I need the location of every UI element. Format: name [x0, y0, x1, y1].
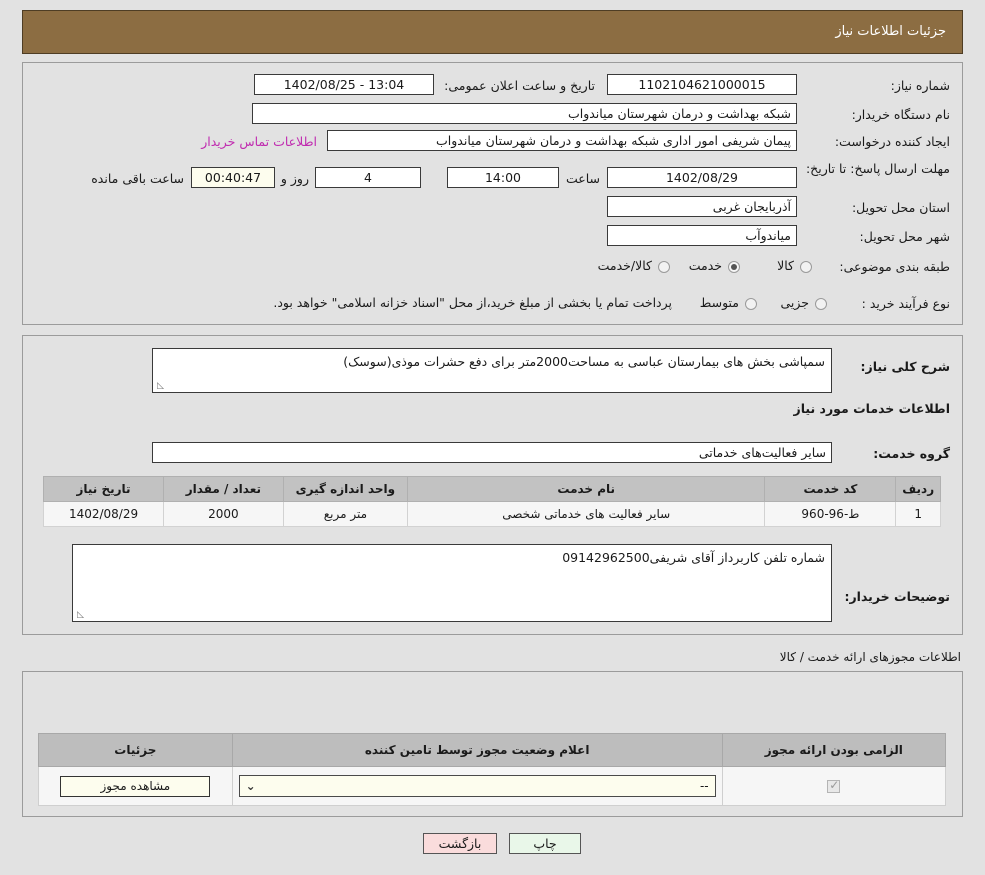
deadline-date: 1402/08/29 — [607, 167, 797, 188]
category-label-kala-khedmat: کالا/خدمت — [597, 258, 652, 273]
process-note: پرداخت تمام یا بخشی از مبلغ خرید،از محل … — [273, 295, 672, 310]
th-service-code: کد خدمت — [764, 476, 897, 502]
print-button[interactable]: چاپ — [509, 833, 581, 854]
td-row-index: 1 — [895, 501, 941, 527]
permit-table-row: ⌄ -- مشاهده مجوز — [38, 766, 947, 806]
buyer-org-value: شبکه بهداشت و درمان شهرستان میاندواب — [252, 103, 797, 124]
city-label: شهر محل تحویل: — [859, 229, 950, 244]
th-unit: واحد اندازه گیری — [282, 476, 408, 502]
td-permit-details: مشاهده مجوز — [38, 766, 233, 806]
permit-section-caption: اطلاعات مجوزهای ارائه خدمت / کالا — [779, 650, 961, 664]
buyer-notes-textarea[interactable]: شماره تلفن کاربرداز آقای شریفی0914296250… — [72, 544, 832, 622]
creator-label: ایجاد کننده درخواست: — [834, 134, 950, 149]
deadline-time: 14:00 — [447, 167, 559, 188]
process-label-motevaset: متوسط — [699, 295, 739, 310]
th-need-date: تاریخ نیاز — [42, 476, 165, 502]
td-unit: متر مربع — [282, 501, 408, 527]
remaining-days-value: 4 — [315, 167, 421, 188]
permit-panel: الزامی بودن ارائه مجوز اعلام وضعیت مجوز … — [22, 671, 963, 817]
th-permit-status: اعلام وضعیت مجوز توسط تامین کننده — [231, 733, 723, 767]
page-header: جزئیات اطلاعات نیاز — [22, 10, 963, 54]
process-label: نوع فرآیند خرید : — [861, 296, 950, 311]
td-permit-required — [721, 766, 947, 806]
permit-required-checkbox — [827, 778, 841, 793]
need-number-value: 1102104621000015 — [607, 74, 797, 95]
category-radio-kala[interactable] — [800, 261, 812, 273]
services-table-header-row: ردیف کد خدمت نام خدمت واحد اندازه گیری ت… — [42, 476, 941, 502]
summary-label: شرح کلی نیاز: — [860, 359, 950, 374]
category-radio-khedmat[interactable] — [728, 261, 740, 273]
permit-status-dropdown[interactable]: ⌄ -- — [238, 775, 716, 797]
resize-grip-icon[interactable]: ◺ — [75, 611, 84, 620]
need-detail-panel: شرح کلی نیاز: سمپاشی بخش های بیمارستان ع… — [22, 335, 963, 635]
process-label-jozi: جزیی — [780, 295, 809, 310]
service-group-value: سایر فعالیت‌های خدماتی — [152, 442, 832, 463]
summary-value: سمپاشی بخش های بیمارستان عباسی به مساحت2… — [343, 354, 825, 369]
back-button[interactable]: بازگشت — [423, 833, 497, 854]
announce-label: تاریخ و ساعت اعلان عمومی: — [444, 78, 595, 93]
services-heading: اطلاعات خدمات مورد نیاز — [793, 401, 951, 416]
category-label-kala: کالا — [777, 258, 794, 273]
th-permit-required: الزامی بودن ارائه مجوز — [721, 733, 947, 767]
need-summary-panel: شماره نیاز: 1102104621000015 تاریخ و ساع… — [22, 62, 963, 325]
chevron-down-icon: ⌄ — [245, 779, 256, 793]
page-title: جزئیات اطلاعات نیاز — [835, 24, 946, 39]
city-value: میاندوآب — [607, 225, 797, 246]
service-group-label: گروه خدمت: — [873, 446, 950, 461]
services-table: ردیف کد خدمت نام خدمت واحد اندازه گیری ت… — [42, 476, 941, 527]
th-service-name: نام خدمت — [406, 476, 766, 502]
th-quantity: تعداد / مقدار — [163, 476, 284, 502]
category-radio-kala-khedmat[interactable] — [658, 261, 670, 273]
table-row: 1 ط-96-960 سایر فعالیت های خدماتی شخصی م… — [42, 501, 941, 527]
view-permit-button[interactable]: مشاهده مجوز — [60, 775, 211, 797]
th-permit-details: جزئیات — [38, 733, 233, 767]
buyer-notes-value: شماره تلفن کاربرداز آقای شریفی0914296250… — [562, 550, 825, 565]
td-permit-status: ⌄ -- — [231, 766, 723, 806]
permit-status-value: -- — [699, 779, 709, 793]
province-label: استان محل تحویل: — [851, 200, 950, 215]
permit-table-header-row: الزامی بودن ارائه مجوز اعلام وضعیت مجوز … — [38, 733, 947, 767]
th-row-index: ردیف — [895, 476, 941, 502]
hour-label: ساعت — [565, 171, 600, 186]
td-service-name: سایر فعالیت های خدماتی شخصی — [406, 501, 766, 527]
td-service-code: ط-96-960 — [764, 501, 897, 527]
creator-value: پیمان شریفی امور اداری شبکه بهداشت و درم… — [327, 130, 797, 151]
countdown-timer: 00:40:47 — [191, 167, 275, 188]
process-radio-jozi[interactable] — [815, 298, 827, 310]
permit-table: الزامی بودن ارائه مجوز اعلام وضعیت مجوز … — [38, 733, 947, 806]
td-quantity: 2000 — [163, 501, 284, 527]
process-radio-motevaset[interactable] — [745, 298, 757, 310]
summary-textarea[interactable]: سمپاشی بخش های بیمارستان عباسی به مساحت2… — [152, 348, 832, 393]
deadline-label: مهلت ارسال پاسخ: تا تاریخ: — [805, 161, 950, 176]
announce-value: 13:04 - 1402/08/25 — [254, 74, 434, 95]
buyer-contact-link[interactable]: اطلاعات تماس خریدار — [201, 134, 317, 149]
need-number-label: شماره نیاز: — [890, 78, 950, 93]
category-label: طبقه بندی موضوعی: — [839, 259, 950, 274]
category-label-khedmat: خدمت — [688, 258, 722, 273]
remaining-days-label: روز و — [280, 171, 309, 186]
countdown-label: ساعت باقی مانده — [91, 171, 184, 186]
buyer-org-label: نام دستگاه خریدار: — [851, 107, 950, 122]
resize-grip-icon[interactable]: ◺ — [155, 382, 164, 391]
td-need-date: 1402/08/29 — [42, 501, 165, 527]
province-value: آذربایجان غربی — [607, 196, 797, 217]
buyer-notes-label: توضیحات خریدار: — [844, 589, 950, 604]
